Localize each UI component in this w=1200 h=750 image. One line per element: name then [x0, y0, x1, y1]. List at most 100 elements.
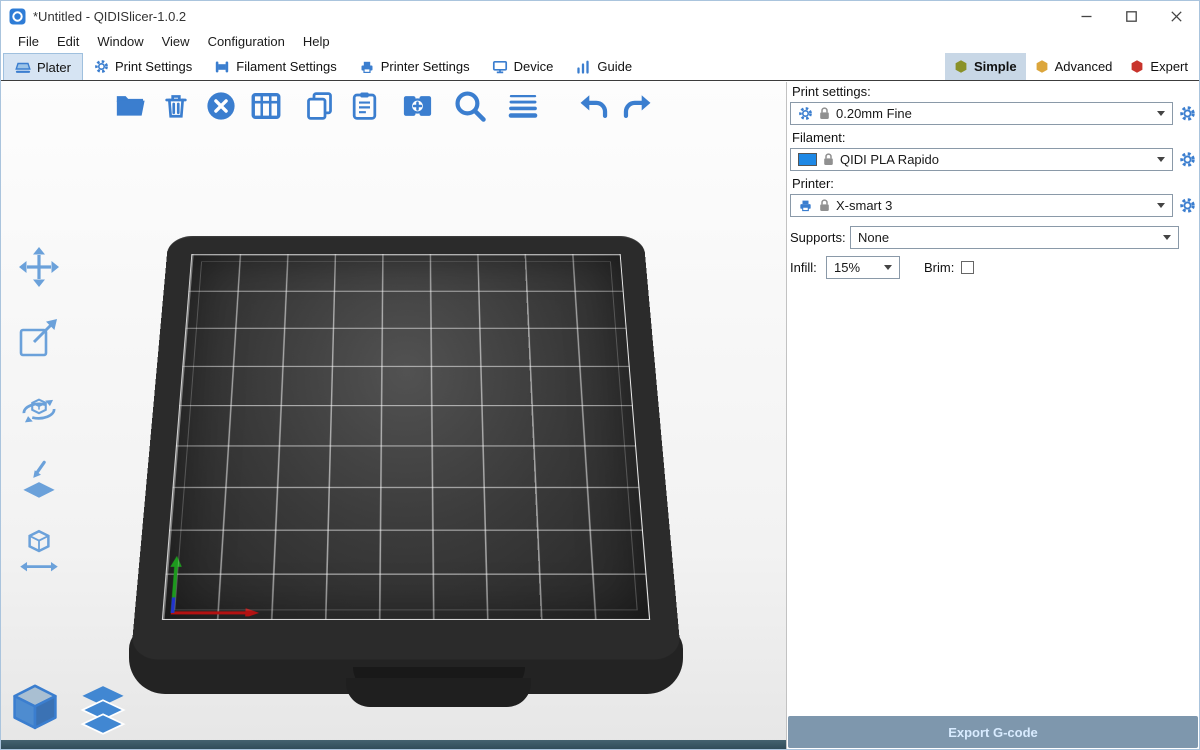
menu-file[interactable]: File	[9, 31, 48, 53]
printer-value: X-smart 3	[836, 198, 892, 213]
viewport-top-toolbar	[113, 87, 665, 125]
dropdown-arrow-icon	[1157, 111, 1165, 116]
rotate-button[interactable]	[13, 384, 65, 434]
dropdown-arrow-icon	[1157, 157, 1165, 162]
3d-view-button[interactable]	[7, 680, 63, 736]
import-button[interactable]	[113, 87, 149, 125]
layer-editing-button[interactable]	[505, 87, 541, 125]
menu-view[interactable]: View	[153, 31, 199, 53]
printer-combo[interactable]: X-smart 3	[790, 194, 1173, 217]
menu-help[interactable]: Help	[294, 31, 339, 53]
tab-label: Filament Settings	[236, 59, 336, 74]
filament-icon	[214, 59, 230, 75]
tab-filament-settings[interactable]: Filament Settings	[203, 53, 347, 80]
printer-icon	[359, 59, 375, 75]
brim-label: Brim:	[924, 260, 954, 275]
place-on-face-button[interactable]	[13, 455, 65, 505]
dropdown-arrow-icon	[1163, 235, 1171, 240]
infill-value: 15%	[834, 260, 860, 275]
supports-label: Supports:	[790, 230, 850, 245]
mode-label: Expert	[1150, 59, 1188, 74]
printer-row: X-smart 3	[790, 194, 1196, 217]
layers-lines-icon	[506, 89, 540, 123]
tab-device[interactable]: Device	[481, 53, 565, 80]
mode-simple[interactable]: Simple	[945, 53, 1026, 80]
viewport-bottom-bar	[1, 740, 786, 750]
guide-icon	[575, 59, 591, 75]
printer-gear-button[interactable]	[1179, 197, 1196, 214]
maximize-button[interactable]	[1109, 1, 1154, 31]
delete-all-button[interactable]	[203, 87, 239, 125]
minimize-icon	[1081, 11, 1092, 22]
brim-checkbox[interactable]	[961, 261, 974, 274]
gear-icon	[1179, 197, 1196, 214]
minimize-button[interactable]	[1064, 1, 1109, 31]
copy-button[interactable]	[301, 87, 337, 125]
move-button[interactable]	[13, 242, 65, 292]
view-mode-buttons	[7, 680, 129, 736]
app-logo-icon	[9, 8, 26, 25]
open-folder-icon	[114, 89, 148, 123]
3d-view-cube-icon	[7, 680, 63, 736]
viewport-left-toolbar	[13, 242, 65, 576]
scale-button[interactable]	[13, 313, 65, 363]
arrange-icon	[249, 89, 283, 123]
mode-label: Advanced	[1055, 59, 1113, 74]
menu-configuration[interactable]: Configuration	[199, 31, 294, 53]
infill-brim-row: Infill: 15% Brim:	[790, 256, 1196, 279]
search-button[interactable]	[452, 87, 488, 125]
layers-view-button[interactable]	[77, 684, 129, 736]
undo-button[interactable]	[575, 87, 611, 125]
redo-icon	[620, 89, 656, 123]
tab-printer-settings[interactable]: Printer Settings	[348, 53, 481, 80]
gear-icon	[798, 106, 813, 121]
title-bar: *Untitled - QIDISlicer-1.0.2	[1, 1, 1199, 31]
tab-label: Print Settings	[115, 59, 192, 74]
print-settings-gear-button[interactable]	[1179, 105, 1196, 122]
redo-button[interactable]	[620, 87, 656, 125]
expert-mode-icon	[1130, 59, 1144, 74]
infill-combo[interactable]: 15%	[826, 256, 900, 279]
mode-expert[interactable]: Expert	[1121, 53, 1197, 80]
paste-button[interactable]	[346, 87, 382, 125]
paste-icon	[348, 89, 381, 123]
device-icon	[492, 59, 508, 75]
supports-combo[interactable]: None	[850, 226, 1179, 249]
main-area: Print settings: 0.20mm Fine	[1, 82, 1199, 750]
simple-mode-icon	[954, 59, 968, 74]
delete-button[interactable]	[158, 87, 194, 125]
window-controls	[1064, 1, 1199, 31]
tab-plater[interactable]: Plater	[3, 53, 83, 80]
print-settings-combo[interactable]: 0.20mm Fine	[790, 102, 1173, 125]
tab-guide[interactable]: Guide	[564, 53, 643, 80]
gear-icon	[1179, 105, 1196, 122]
measure-button[interactable]	[13, 526, 65, 576]
undo-icon	[575, 89, 611, 123]
add-instance-icon	[400, 89, 435, 123]
filament-row: QIDI PLA Rapido	[790, 148, 1196, 171]
filament-combo[interactable]: QIDI PLA Rapido	[790, 148, 1173, 171]
scale-icon	[15, 314, 63, 362]
filament-gear-button[interactable]	[1179, 151, 1196, 168]
mode-advanced[interactable]: Advanced	[1026, 53, 1122, 80]
rotate-icon	[14, 384, 64, 434]
search-icon	[452, 87, 488, 125]
3d-viewport[interactable]	[1, 82, 786, 750]
lock-icon	[819, 199, 830, 212]
export-gcode-button[interactable]: Export G-code	[788, 716, 1198, 748]
filament-label: Filament:	[792, 130, 1196, 145]
plater-icon	[15, 59, 31, 75]
tab-print-settings[interactable]: Print Settings	[83, 53, 203, 80]
close-button[interactable]	[1154, 1, 1199, 31]
infill-label: Infill:	[790, 260, 826, 275]
menu-edit[interactable]: Edit	[48, 31, 88, 53]
menu-window[interactable]: Window	[88, 31, 152, 53]
export-gcode-label: Export G-code	[948, 725, 1038, 740]
print-settings-label: Print settings:	[792, 84, 1196, 99]
build-plate-grid	[162, 254, 650, 620]
print-settings-value: 0.20mm Fine	[836, 106, 912, 121]
arrange-button[interactable]	[248, 87, 284, 125]
trash-icon	[160, 89, 192, 123]
gear-icon	[1179, 151, 1196, 168]
add-instance-button[interactable]	[399, 87, 435, 125]
